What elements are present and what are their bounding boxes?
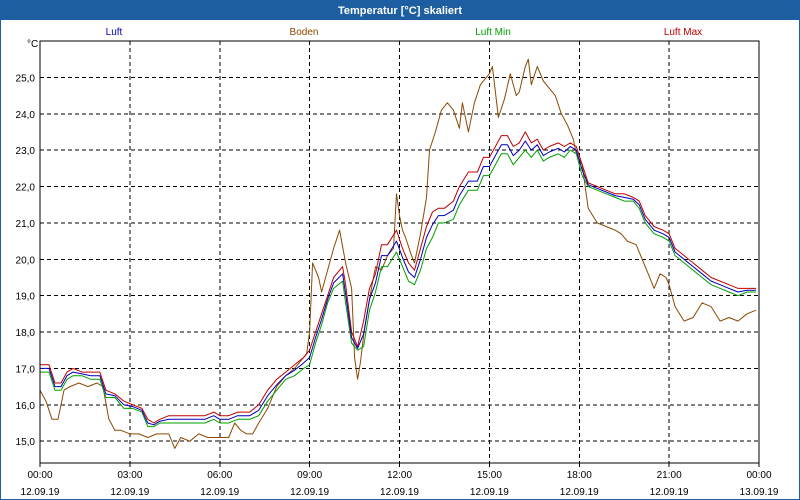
series-line-luft-min [40,149,756,428]
y-tick-label: 24,0 [16,110,36,121]
x-tick-time-label: 15:00 [477,470,502,481]
x-tick-date-label: 12.09.19 [470,487,509,498]
legend-luft-max: Luft Max [664,27,702,38]
y-tick-label: 17,0 [16,364,36,375]
x-tick-date-label: 12.09.19 [560,487,599,498]
x-tick-date-label: 12.09.19 [21,487,60,498]
y-axis-unit-label: °C [27,39,38,50]
x-tick-time-label: 12:00 [387,470,412,481]
series-line-luft-max [40,131,756,424]
x-tick-date-label: 12.09.19 [200,487,239,498]
y-tick-label: 23,0 [16,146,36,157]
y-tick-label: 20,0 [16,255,36,266]
series-line-boden [39,58,757,449]
x-tick-time-label: 21:00 [657,470,682,481]
chart-series [39,58,757,449]
y-tick-label: 21,0 [16,219,36,230]
y-tick-label: 19,0 [16,292,36,303]
y-tick-label: 15,0 [16,437,36,448]
y-tick-label: 16,0 [16,401,36,412]
chart-grid [40,41,759,463]
legend-luft: Luft [106,27,123,38]
x-tick-time-label: 03:00 [117,470,142,481]
chart-window: Temperatur [°C] skaliert Boden Luft Min Lu… [0,0,800,500]
x-tick-time-label: 00:00 [27,470,52,481]
x-tick-date-label: 12.09.19 [290,487,329,498]
legend-boden: Boden [290,27,319,38]
x-tick-time-label: 06:00 [207,470,232,481]
x-tick-date-label: 13.09.19 [740,487,779,498]
x-tick-date-label: 12.09.19 [110,487,149,498]
y-tick-label: 25,0 [16,73,36,84]
legend-luft-min: Luft Min [475,27,511,38]
x-tick-time-label: 09:00 [297,470,322,481]
x-tick-time-label: 00:00 [746,470,771,481]
x-tick-time-label: 18:00 [567,470,592,481]
series-line-luft [40,140,756,426]
y-tick-label: 18,0 [16,328,36,339]
x-tick-date-label: 12.09.19 [380,487,419,498]
y-tick-label: 22,0 [16,183,36,194]
x-tick-date-label: 12.09.19 [650,487,689,498]
chart-legend: Boden Luft Min Luft Max Luft [106,27,703,38]
temperature-chart: Boden Luft Min Luft Max Luft °C 15,0 16,0 17,… [16,27,779,498]
